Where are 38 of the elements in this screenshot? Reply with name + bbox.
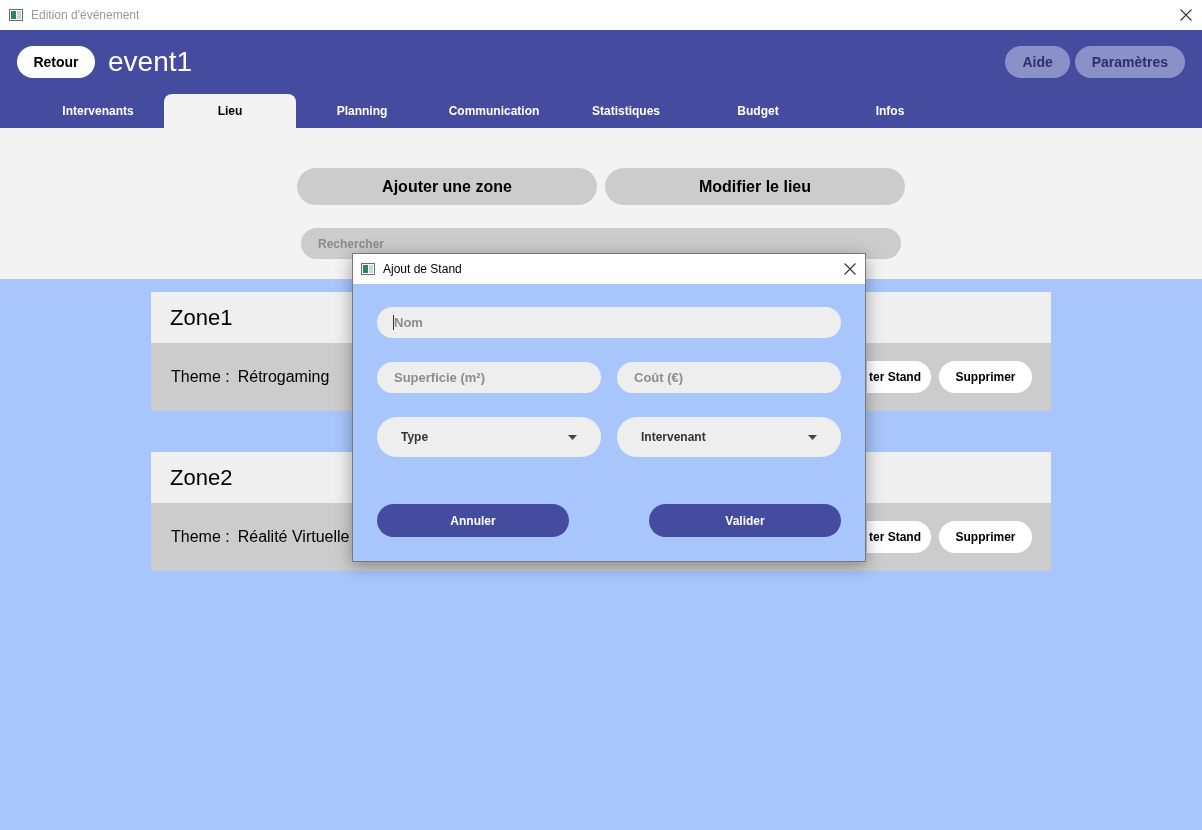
zone-action-button[interactable]: Supprimer: [939, 521, 1032, 553]
tab[interactable]: Statistiques: [560, 94, 692, 128]
tab[interactable]: Budget: [692, 94, 824, 128]
header-button[interactable]: Aide: [1005, 46, 1070, 78]
theme-value: Rétrogaming: [237, 367, 330, 387]
caret-icon: [568, 434, 577, 440]
input-field[interactable]: Superficie (m²): [377, 362, 601, 393]
input-field[interactable]: Coût (€): [617, 362, 841, 393]
theme-label: Theme :: [171, 527, 230, 547]
dialog-title: Ajout de Stand: [383, 261, 462, 278]
input-field[interactable]: Nom: [377, 307, 841, 338]
zone-action-button[interactable]: Supprimer: [939, 361, 1032, 393]
dialog-button[interactable]: Valider: [649, 504, 841, 537]
tab[interactable]: Infos: [824, 94, 956, 128]
tab[interactable]: Communication: [428, 94, 560, 128]
zone-action-button[interactable]: ter Stand: [867, 361, 931, 393]
tab[interactable]: Intervenants: [32, 94, 164, 128]
tab[interactable]: Lieu: [164, 94, 296, 128]
theme-value: Réalité Virtuelle: [237, 527, 350, 547]
dropdown[interactable]: Type: [377, 417, 601, 457]
tab[interactable]: Planning: [296, 94, 428, 128]
header-button[interactable]: Paramètres: [1074, 46, 1185, 78]
zone-name: Zone1: [170, 304, 233, 332]
window-title: Edition d'événement: [31, 7, 140, 24]
event-title: event1: [108, 48, 193, 76]
zone-name: Zone2: [170, 464, 233, 492]
window-icon: [361, 263, 375, 275]
caret-icon: [808, 434, 817, 440]
action-button[interactable]: Ajouter une zone: [297, 168, 597, 205]
zone-action-button[interactable]: ter Stand: [867, 521, 931, 553]
back-button[interactable]: Retour: [17, 46, 95, 78]
dialog-button[interactable]: Annuler: [377, 504, 569, 537]
window-icon: [9, 9, 23, 21]
dropdown[interactable]: Intervenant: [617, 417, 841, 457]
close-icon[interactable]: [1180, 9, 1192, 21]
action-button[interactable]: Modifier le lieu: [605, 168, 905, 205]
close-icon[interactable]: [844, 263, 856, 275]
theme-label: Theme :: [171, 367, 230, 387]
